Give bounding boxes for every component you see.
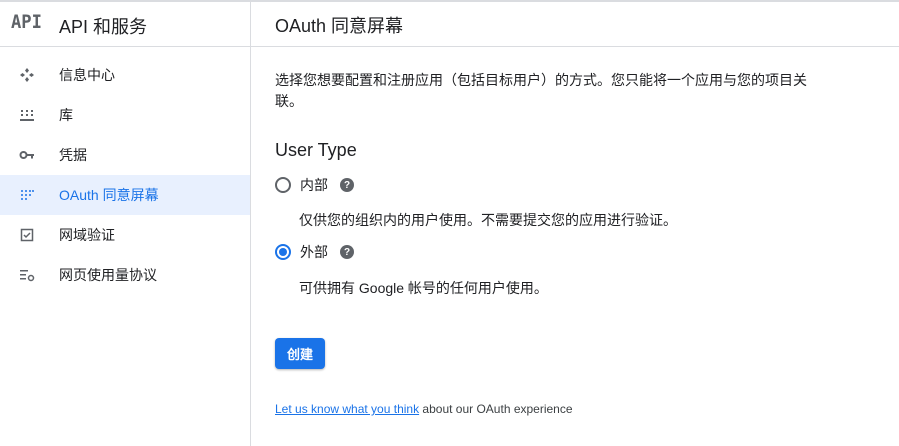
key-icon bbox=[19, 151, 34, 159]
help-icon[interactable]: ? bbox=[340, 178, 354, 192]
feedback-link[interactable]: Let us know what you think bbox=[275, 402, 419, 416]
checkbox-icon bbox=[20, 228, 34, 242]
option-internal-description: 仅供您的组织内的用户使用。不需要提交您的应用进行验证。 bbox=[299, 212, 677, 228]
sidebar-item-credentials[interactable]: 凭据 bbox=[0, 135, 250, 175]
option-external-label: 外部 bbox=[300, 244, 328, 260]
sidebar: API API 和服务 信息中心 库 凭据 OAuth 同意屏幕 网域验证 网页… bbox=[0, 2, 251, 446]
main-header: OAuth 同意屏幕 bbox=[251, 2, 899, 47]
sidebar-item-label: 库 bbox=[59, 107, 73, 123]
sidebar-item-label: 网页使用量协议 bbox=[59, 267, 157, 283]
sidebar-item-label: OAuth 同意屏幕 bbox=[59, 187, 159, 203]
sidebar-item-domain-verification[interactable]: 网域验证 bbox=[0, 215, 250, 255]
api-logo: API bbox=[11, 11, 42, 33]
library-icon bbox=[20, 110, 34, 121]
create-button[interactable]: 创建 bbox=[275, 338, 325, 369]
sidebar-nav: 信息中心 库 凭据 OAuth 同意屏幕 网域验证 网页使用量协议 bbox=[0, 55, 250, 295]
sidebar-header: API API 和服务 bbox=[0, 2, 250, 47]
page-description: 选择您想要配置和注册应用（包括目标用户）的方式。您只能将一个应用与您的项目关联。 bbox=[275, 72, 807, 109]
option-external[interactable]: 外部 ? bbox=[275, 242, 354, 262]
sidebar-item-dashboard[interactable]: 信息中心 bbox=[0, 55, 250, 95]
consent-icon bbox=[21, 190, 34, 200]
feedback-text: Let us know what you think about our OAu… bbox=[275, 402, 573, 416]
dashboard-icon bbox=[20, 68, 34, 82]
settings-list-icon bbox=[20, 270, 35, 282]
option-external-description: 可供拥有 Google 帐号的任何用户使用。 bbox=[299, 280, 548, 296]
page-title: OAuth 同意屏幕 bbox=[275, 16, 404, 36]
sidebar-item-label: 网域验证 bbox=[59, 227, 115, 243]
sidebar-title: API 和服务 bbox=[59, 17, 148, 37]
sidebar-item-label: 信息中心 bbox=[59, 67, 115, 83]
main-content: OAuth 同意屏幕 选择您想要配置和注册应用（包括目标用户）的方式。您只能将一… bbox=[251, 2, 899, 446]
option-internal[interactable]: 内部 ? bbox=[275, 175, 354, 195]
radio-external[interactable] bbox=[275, 244, 291, 260]
help-icon[interactable]: ? bbox=[340, 245, 354, 259]
sidebar-item-oauth-consent[interactable]: OAuth 同意屏幕 bbox=[0, 175, 250, 215]
option-internal-label: 内部 bbox=[300, 177, 328, 193]
sidebar-item-label: 凭据 bbox=[59, 147, 87, 163]
sidebar-item-library[interactable]: 库 bbox=[0, 95, 250, 135]
feedback-suffix: about our OAuth experience bbox=[419, 402, 573, 416]
radio-internal[interactable] bbox=[275, 177, 291, 193]
user-type-title: User Type bbox=[275, 140, 357, 160]
sidebar-item-page-usage-agreement[interactable]: 网页使用量协议 bbox=[0, 255, 250, 295]
